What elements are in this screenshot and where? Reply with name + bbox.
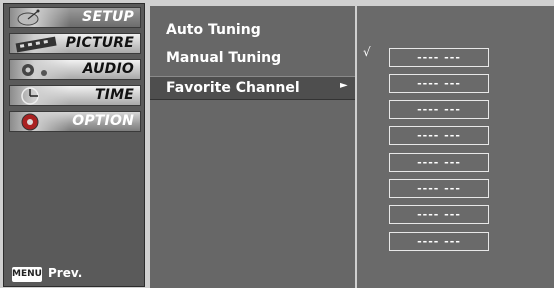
favorite-slot[interactable]: ---- --- bbox=[389, 126, 489, 145]
submenu-item-auto-tuning[interactable]: Auto Tuning bbox=[166, 22, 261, 38]
tv-osd-screen: SETUP PICTURE AUDIO TIME OPTION MENU Pre… bbox=[0, 0, 554, 288]
speaker-icon bbox=[10, 60, 70, 79]
option-icon bbox=[10, 112, 70, 131]
filmstrip-icon bbox=[10, 34, 70, 53]
category-setup-label: SETUP bbox=[82, 9, 134, 25]
favorite-channel-list: √ ---- --- ---- --- ---- --- ---- --- --… bbox=[357, 6, 554, 288]
clock-icon bbox=[10, 86, 70, 105]
favorite-slot[interactable]: ---- --- bbox=[389, 179, 489, 198]
submenu-item-favorite-channel[interactable]: Favorite Channel bbox=[166, 80, 300, 96]
satellite-dish-icon bbox=[10, 8, 70, 27]
category-option[interactable]: OPTION bbox=[9, 111, 141, 132]
setup-submenu: Auto Tuning Manual Tuning Favorite Chann… bbox=[150, 6, 355, 288]
category-menu: SETUP PICTURE AUDIO TIME OPTION MENU Pre… bbox=[3, 3, 145, 287]
category-picture[interactable]: PICTURE bbox=[9, 33, 141, 54]
category-setup[interactable]: SETUP bbox=[9, 7, 141, 28]
category-picture-label: PICTURE bbox=[65, 35, 134, 51]
category-time-label: TIME bbox=[94, 87, 134, 103]
category-option-label: OPTION bbox=[72, 113, 134, 129]
favorite-slot[interactable]: ---- --- bbox=[389, 205, 489, 224]
category-audio[interactable]: AUDIO bbox=[9, 59, 141, 80]
category-audio-label: AUDIO bbox=[82, 61, 134, 77]
category-time[interactable]: TIME bbox=[9, 85, 141, 106]
favorite-slot[interactable]: ---- --- bbox=[389, 100, 489, 119]
favorite-slot[interactable]: ---- --- bbox=[389, 74, 489, 93]
favorite-slot[interactable]: ---- --- bbox=[389, 232, 489, 251]
submenu-item-manual-tuning[interactable]: Manual Tuning bbox=[166, 50, 281, 66]
prev-label: Prev. bbox=[48, 266, 83, 280]
menu-key-icon: MENU bbox=[12, 267, 42, 282]
checkmark-icon: √ bbox=[363, 45, 371, 59]
favorite-slot[interactable]: ---- --- bbox=[389, 153, 489, 172]
submenu-arrow-icon: ► bbox=[340, 80, 348, 91]
favorite-slot[interactable]: ---- --- bbox=[389, 48, 489, 67]
